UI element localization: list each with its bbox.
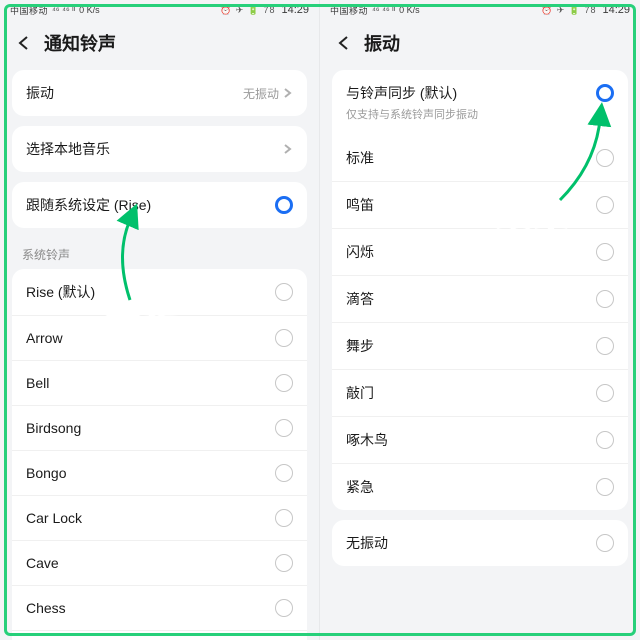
row-label: Birdsong xyxy=(26,420,275,436)
list-item[interactable]: Bell xyxy=(12,360,307,405)
signal-icon: ⁴⁶ ⁴⁶ ᴵᴵ xyxy=(372,5,395,15)
vibration-pattern-list: 标准鸣笛闪烁滴答舞步敲门啄木鸟紧急 xyxy=(332,135,628,510)
back-button[interactable] xyxy=(334,33,354,53)
list-item[interactable]: Cave xyxy=(12,540,307,585)
radio-unselected-icon xyxy=(596,534,614,552)
net-rate: 0 K/s xyxy=(399,5,420,15)
carrier-label: 中国移动 xyxy=(10,4,48,17)
list-item[interactable]: Chess xyxy=(12,585,307,630)
signal-icon: ⁴⁶ ⁴⁶ ᴵᴵ xyxy=(52,5,75,15)
card-follow-system: 跟随系统设定 (Rise) xyxy=(12,182,307,228)
row-label: Cave xyxy=(26,555,275,571)
radio-unselected-icon xyxy=(275,283,293,301)
row-label: 鸣笛 xyxy=(346,195,596,215)
radio-selected-icon xyxy=(596,84,614,102)
row-follow-system[interactable]: 跟随系统设定 (Rise) xyxy=(12,182,307,228)
row-label: 敲门 xyxy=(346,383,596,403)
status-icons: ⏰ ✈ 🔋 78 xyxy=(220,5,275,16)
chevron-right-icon xyxy=(283,141,293,157)
list-item[interactable]: 啄木鸟 xyxy=(332,416,628,463)
back-button[interactable] xyxy=(14,33,34,53)
row-label: 与铃声同步 (默认) xyxy=(346,83,596,103)
radio-unselected-icon xyxy=(275,599,293,617)
row-label: 闪烁 xyxy=(346,242,596,262)
row-label: 舞步 xyxy=(346,336,596,356)
row-label: Chess xyxy=(26,600,275,616)
list-item[interactable]: 舞步 xyxy=(332,322,628,369)
list-item[interactable]: 滴答 xyxy=(332,275,628,322)
row-value: 无振动 xyxy=(243,85,279,102)
radio-unselected-icon xyxy=(596,431,614,449)
row-label: 选择本地音乐 xyxy=(26,139,283,159)
row-label: 紧急 xyxy=(346,477,596,497)
list-item[interactable]: 敲门 xyxy=(332,369,628,416)
radio-unselected-icon xyxy=(596,290,614,308)
card-no-vibration: 无振动 xyxy=(332,520,628,566)
back-arrow-icon xyxy=(336,35,352,51)
page-title: 振动 xyxy=(364,30,400,56)
carrier-label: 中国移动 xyxy=(330,4,368,17)
list-item[interactable]: 闪烁 xyxy=(332,228,628,275)
list-item[interactable]: 鸣笛 xyxy=(332,181,628,228)
chevron-right-icon xyxy=(283,85,293,101)
radio-unselected-icon xyxy=(596,243,614,261)
card-sync-with-ringtone: 与铃声同步 (默认) 仅支持与系统铃声同步振动 标准鸣笛闪烁滴答舞步敲门啄木鸟紧… xyxy=(332,70,628,510)
row-label: Car Lock xyxy=(26,510,275,526)
card-local-music: 选择本地音乐 xyxy=(12,126,307,172)
net-rate: 0 K/s xyxy=(79,5,100,15)
header: 振动 xyxy=(320,20,640,70)
list-item[interactable]: Bongo xyxy=(12,450,307,495)
header: 通知铃声 xyxy=(0,20,319,70)
radio-unselected-icon xyxy=(596,196,614,214)
row-sync-default[interactable]: 与铃声同步 (默认) 仅支持与系统铃声同步振动 xyxy=(332,70,628,135)
row-label: 滴答 xyxy=(346,289,596,309)
list-item[interactable]: Birdsong xyxy=(12,405,307,450)
status-icons: ⏰ ✈ 🔋 78 xyxy=(541,5,596,16)
status-bar: 中国移动 ⁴⁶ ⁴⁶ ᴵᴵ 0 K/s ⏰ ✈ 🔋 78 14:29 xyxy=(320,0,640,20)
card-vibrate: 振动 无振动 xyxy=(12,70,307,116)
row-no-vibration[interactable]: 无振动 xyxy=(332,520,628,566)
row-label: Rise (默认) xyxy=(26,282,275,302)
radio-unselected-icon xyxy=(596,149,614,167)
row-local-music[interactable]: 选择本地音乐 xyxy=(12,126,307,172)
list-item[interactable]: 标准 xyxy=(332,135,628,181)
row-label: 啄木鸟 xyxy=(346,430,596,450)
list-item[interactable]: Rise (默认) xyxy=(12,269,307,315)
row-label: Arrow xyxy=(26,330,275,346)
radio-unselected-icon xyxy=(275,509,293,527)
clock: 14:29 xyxy=(281,4,309,16)
list-item[interactable]: Car Lock xyxy=(12,495,307,540)
back-arrow-icon xyxy=(16,35,32,51)
radio-unselected-icon xyxy=(275,419,293,437)
card-ringtone-list: Rise (默认) Arrow Bell Birdsong Bongo Car Lock C… xyxy=(12,269,307,640)
radio-unselected-icon xyxy=(275,374,293,392)
row-label: 标准 xyxy=(346,148,596,168)
list-item[interactable]: Arrow xyxy=(12,315,307,360)
row-sublabel: 仅支持与系统铃声同步振动 xyxy=(346,106,614,122)
row-vibrate[interactable]: 振动 无振动 xyxy=(12,70,307,116)
radio-unselected-icon xyxy=(275,554,293,572)
list-item[interactable]: Crystal Drop xyxy=(12,630,307,640)
row-label: 振动 xyxy=(26,83,243,103)
radio-unselected-icon xyxy=(596,384,614,402)
radio-unselected-icon xyxy=(275,329,293,347)
row-label: Bongo xyxy=(26,465,275,481)
phone-vibration: 中国移动 ⁴⁶ ⁴⁶ ᴵᴵ 0 K/s ⏰ ✈ 🔋 78 14:29 振动 与铃… xyxy=(320,0,640,640)
row-label: 无振动 xyxy=(346,533,596,553)
list-item[interactable]: 紧急 xyxy=(332,463,628,510)
status-bar: 中国移动 ⁴⁶ ⁴⁶ ᴵᴵ 0 K/s ⏰ ✈ 🔋 78 14:29 xyxy=(0,0,319,20)
clock: 14:29 xyxy=(602,4,630,16)
radio-unselected-icon xyxy=(275,464,293,482)
radio-unselected-icon xyxy=(596,337,614,355)
row-label: 跟随系统设定 (Rise) xyxy=(26,195,275,215)
row-label: Bell xyxy=(26,375,275,391)
section-system-ringtones: 系统铃声 xyxy=(0,238,319,269)
page-title: 通知铃声 xyxy=(44,30,116,56)
radio-unselected-icon xyxy=(596,478,614,496)
phone-notification-ringtone: 中国移动 ⁴⁶ ⁴⁶ ᴵᴵ 0 K/s ⏰ ✈ 🔋 78 14:29 通知铃声 … xyxy=(0,0,320,640)
radio-selected-icon xyxy=(275,196,293,214)
